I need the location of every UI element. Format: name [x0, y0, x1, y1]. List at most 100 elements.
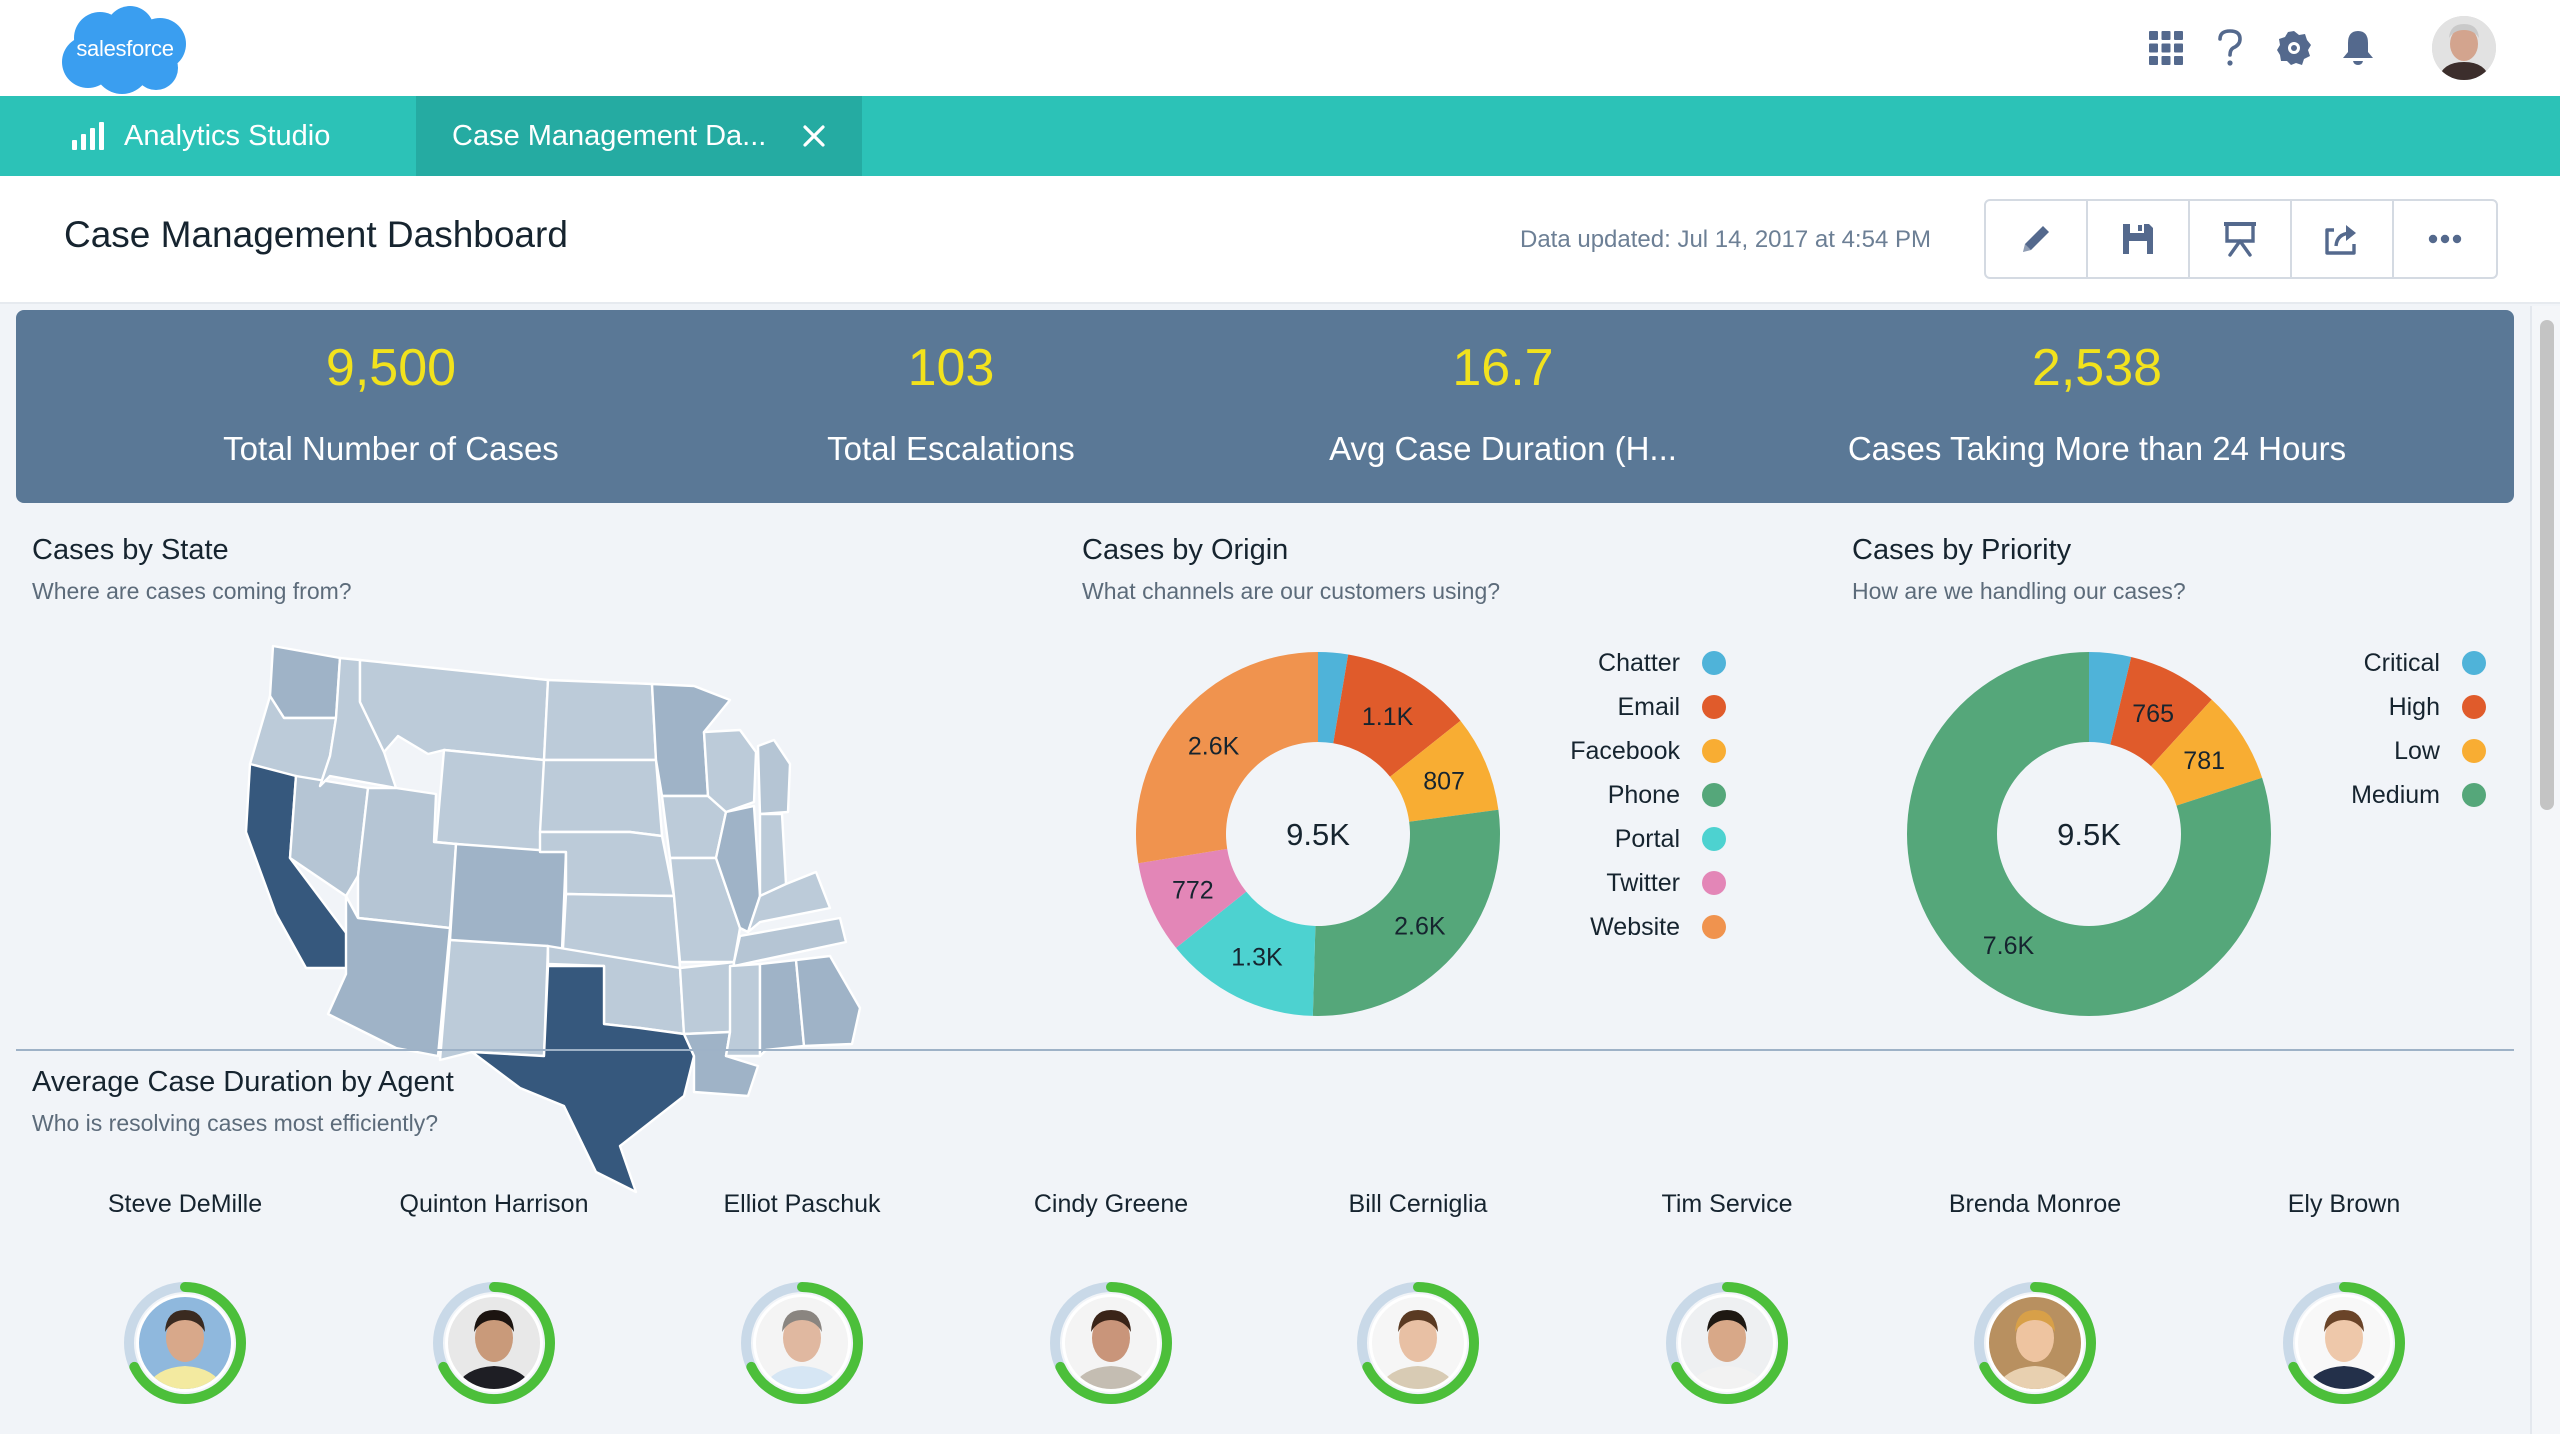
- agent-duration-ring[interactable]: [739, 1280, 865, 1406]
- salesforce-logo[interactable]: salesforce: [58, 4, 192, 96]
- agent-name: Elliot Paschuk: [723, 1190, 881, 1218]
- map-state-mi: [756, 738, 792, 816]
- agent-card[interactable]: Cindy Greene: [986, 1190, 1236, 1404]
- donut-data-label: 772: [1172, 877, 1214, 905]
- legend-swatch: [1702, 915, 1726, 939]
- map-state-nd: [542, 678, 658, 762]
- legend-item-facebook[interactable]: Facebook: [1520, 729, 1726, 773]
- settings-icon[interactable]: [2274, 28, 2314, 68]
- share-button[interactable]: [2292, 201, 2394, 277]
- legend-label: Email: [1617, 692, 1680, 721]
- help-icon[interactable]: [2210, 28, 2250, 68]
- legend-label: Facebook: [1570, 736, 1680, 765]
- donut-center-total: 9.5K: [1286, 817, 1350, 852]
- map-state-wy: [434, 748, 546, 854]
- legend-label: Portal: [1614, 824, 1680, 853]
- donut-data-label: 1.3K: [1231, 944, 1283, 972]
- priority-legend: Critical High Low Medium: [2280, 641, 2486, 817]
- kpi-label: Cases Taking More than 24 Hours: [1847, 430, 2347, 467]
- present-button[interactable]: [2190, 201, 2292, 277]
- global-header: salesforce: [0, 0, 2560, 96]
- agent-duration-ring[interactable]: [122, 1280, 248, 1406]
- present-icon: [2224, 222, 2256, 257]
- page-title: Case Management Dashboard: [64, 214, 568, 255]
- agent-duration-ring[interactable]: [2281, 1280, 2407, 1406]
- legend-item-critical[interactable]: Critical: [2280, 641, 2486, 685]
- agent-card[interactable]: Brenda Monroe: [1910, 1190, 2160, 1404]
- user-avatar[interactable]: [2432, 16, 2496, 80]
- legend-item-twitter[interactable]: Twitter: [1520, 861, 1726, 905]
- agent-duration-ring[interactable]: [1355, 1280, 1481, 1406]
- agent-card[interactable]: Ely Brown: [2219, 1190, 2469, 1404]
- save-button[interactable]: [2088, 201, 2190, 277]
- legend-item-portal[interactable]: Portal: [1520, 817, 1726, 861]
- donut-data-label: 7.6K: [1983, 932, 2035, 960]
- analytics-chart-icon: [72, 122, 108, 150]
- us-state-map[interactable]: [200, 636, 862, 1194]
- legend-item-low[interactable]: Low: [2280, 729, 2486, 773]
- agent-duration-ring[interactable]: [1048, 1280, 1174, 1406]
- state-map-title: Cases by State: [32, 534, 229, 566]
- vertical-scrollbar[interactable]: [2530, 306, 2560, 1434]
- donut-data-label: 765: [2132, 700, 2174, 728]
- map-state-nm: [438, 938, 550, 1062]
- legend-label: Website: [1590, 912, 1680, 941]
- app-name-analytics-studio[interactable]: Analytics Studio: [72, 96, 330, 176]
- legend-label: High: [2388, 692, 2440, 721]
- kpi-summary-band: 9,500 Total Number of Cases 103 Total Es…: [16, 310, 2514, 503]
- legend-item-phone[interactable]: Phone: [1520, 773, 1726, 817]
- legend-swatch: [1702, 695, 1726, 719]
- map-state-sd: [538, 758, 664, 838]
- legend-item-medium[interactable]: Medium: [2280, 773, 2486, 817]
- more-actions-button[interactable]: [2394, 201, 2496, 277]
- legend-item-email[interactable]: Email: [1520, 685, 1726, 729]
- agents-section-subtitle: Who is resolving cases most efficiently?: [32, 1110, 439, 1136]
- agent-card[interactable]: Bill Cerniglia: [1293, 1190, 1543, 1404]
- scrollbar-thumb[interactable]: [2540, 320, 2554, 810]
- agent-card[interactable]: Elliot Paschuk: [677, 1190, 927, 1404]
- legend-item-website[interactable]: Website: [1520, 905, 1726, 949]
- donut-data-label: 807: [1423, 767, 1465, 795]
- tab-label: Case Management Da...: [452, 119, 767, 152]
- priority-donut-chart[interactable]: 765 781 7.6K 9.5K: [1907, 652, 2271, 1016]
- legend-swatch: [2462, 783, 2486, 807]
- map-state-wa: [268, 644, 342, 720]
- agent-name: Brenda Monroe: [1948, 1190, 2122, 1218]
- section-divider: [16, 1049, 2514, 1051]
- origin-donut-chart[interactable]: 1.1K 807 2.6K 1.3K 772 2.6K 9.5K: [1136, 652, 1500, 1016]
- agent-name: Steve DeMille: [107, 1190, 263, 1218]
- agent-card[interactable]: Tim Service: [1602, 1190, 1852, 1404]
- agent-card[interactable]: Quinton Harrison: [369, 1190, 619, 1404]
- agent-duration-ring[interactable]: [431, 1280, 557, 1406]
- legend-item-chatter[interactable]: Chatter: [1520, 641, 1726, 685]
- save-icon: [2123, 224, 2153, 254]
- map-state-wi: [702, 728, 758, 814]
- notifications-icon[interactable]: [2338, 28, 2378, 68]
- map-state-mt: [358, 658, 550, 762]
- data-updated-timestamp: Data updated: Jul 14, 2017 at 4:54 PM: [1520, 226, 1931, 253]
- edit-button[interactable]: [1986, 201, 2088, 277]
- agent-name: Bill Cerniglia: [1348, 1190, 1488, 1218]
- legend-item-high[interactable]: High: [2280, 685, 2486, 729]
- map-state-co: [448, 842, 568, 952]
- agent-duration-ring[interactable]: [1972, 1280, 2098, 1406]
- priority-chart-title: Cases by Priority: [1852, 534, 2072, 566]
- close-tab-icon[interactable]: [796, 118, 832, 154]
- map-state-ar: [678, 960, 736, 1036]
- legend-swatch: [2462, 739, 2486, 763]
- donut-data-label: 2.6K: [1394, 913, 1446, 941]
- map-state-ia: [660, 794, 728, 860]
- legend-swatch: [1702, 739, 1726, 763]
- app-launcher-icon[interactable]: [2146, 28, 2186, 68]
- tab-case-management-dashboard[interactable]: Case Management Da...: [416, 96, 862, 176]
- agent-photo: [756, 1297, 848, 1389]
- legend-label: Low: [2394, 736, 2440, 765]
- agent-duration-ring[interactable]: [1664, 1280, 1790, 1406]
- share-icon: [2325, 225, 2356, 255]
- agent-card[interactable]: Steve DeMille: [60, 1190, 310, 1404]
- kpi-cases-over-24h[interactable]: 2,538 Cases Taking More than 24 Hours: [1762, 310, 2432, 503]
- agent-photo: [1989, 1297, 2081, 1389]
- agent-photo: [1681, 1297, 1773, 1389]
- kpi-avg-case-duration[interactable]: 16.7 Avg Case Duration (H...: [1168, 310, 1838, 503]
- map-state-in: [758, 812, 788, 898]
